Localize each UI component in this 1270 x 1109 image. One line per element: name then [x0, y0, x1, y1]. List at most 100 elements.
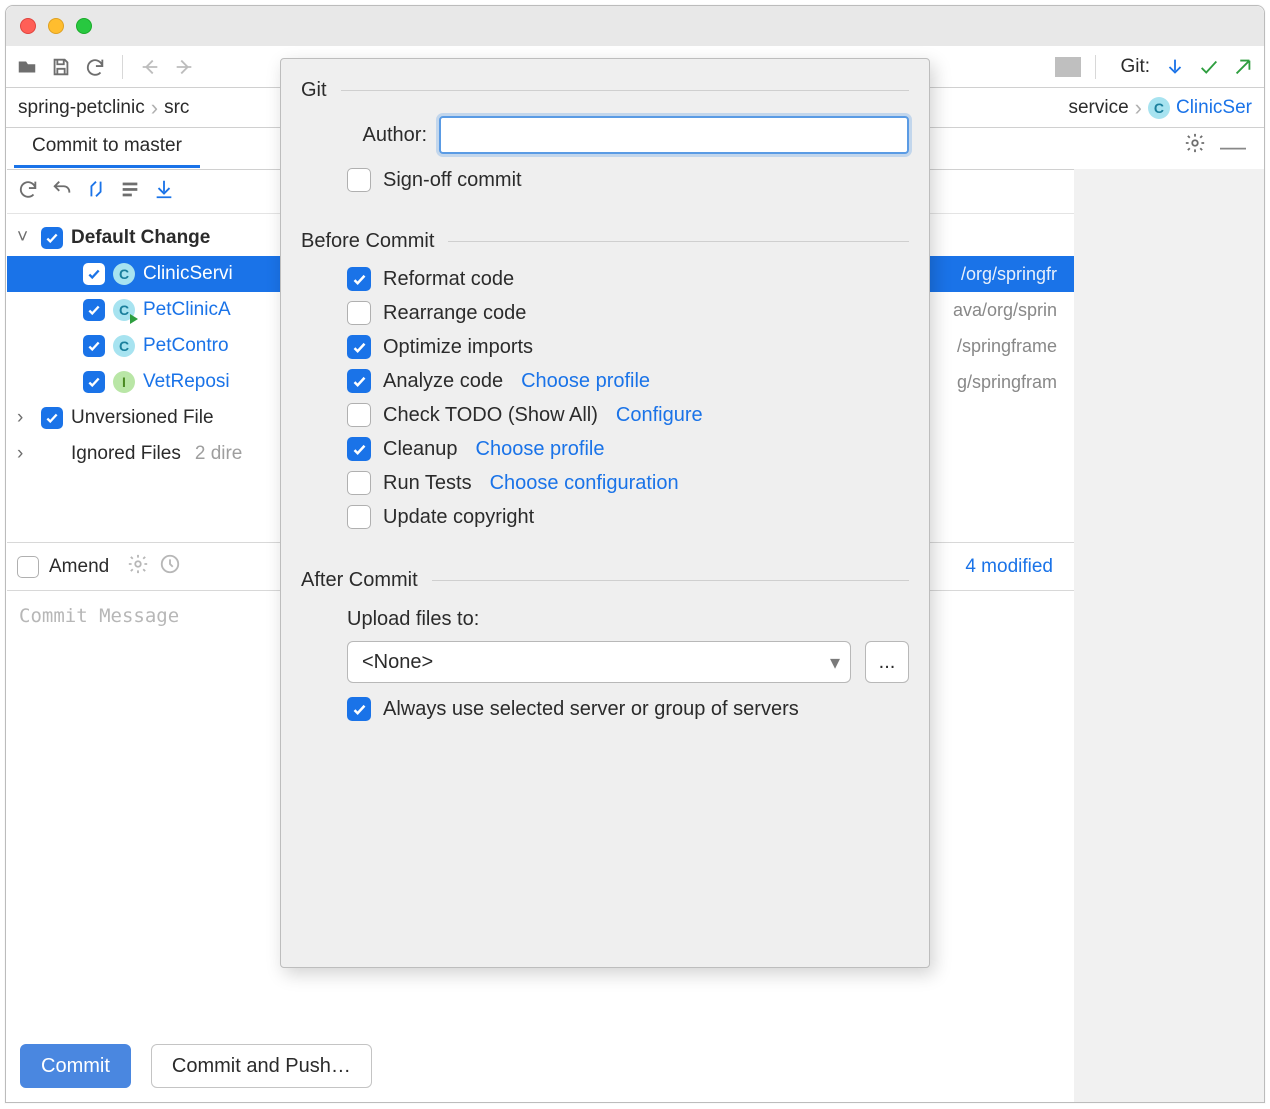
checkbox-checked[interactable]: [347, 697, 371, 721]
author-input[interactable]: [439, 116, 909, 154]
option-label: Reformat code: [383, 268, 514, 291]
changelist-icon[interactable]: [119, 178, 141, 206]
commit-and-push-button[interactable]: Commit and Push…: [151, 1044, 372, 1088]
chevron-right-icon[interactable]: ›: [17, 443, 33, 465]
refresh-icon[interactable]: [82, 54, 108, 80]
checkbox-checked[interactable]: [41, 407, 63, 429]
class-icon: C: [113, 263, 135, 285]
shelve-icon[interactable]: [153, 178, 175, 206]
always-label: Always use selected server or group of s…: [383, 698, 799, 721]
signoff-label: Sign-off commit: [383, 169, 522, 192]
upload-value: <None>: [362, 651, 433, 674]
commit-button[interactable]: Commit: [20, 1044, 131, 1088]
section-label: Before Commit: [301, 230, 434, 253]
chevron-right-icon[interactable]: ›: [17, 407, 33, 429]
breadcrumb-item[interactable]: service: [1068, 97, 1128, 119]
undo-icon[interactable]: [51, 178, 73, 206]
checkbox-checked[interactable]: [347, 335, 371, 359]
refresh-icon[interactable]: [17, 178, 39, 206]
before-commit-option[interactable]: Update copyright: [347, 505, 909, 529]
nav-back-icon[interactable]: [137, 54, 163, 80]
button-label: Commit and Push…: [172, 1055, 351, 1078]
titlebar[interactable]: [6, 6, 1264, 46]
commit-options-popover: Git Author: Sign-off commit Before Commi…: [280, 58, 930, 968]
before-commit-option[interactable]: Cleanup Choose profile: [347, 437, 909, 461]
upload-row: <None> ▾ ...: [347, 641, 909, 683]
section-git: Git: [301, 79, 909, 102]
nav-forward-icon[interactable]: [171, 54, 197, 80]
checkbox-unchecked[interactable]: [347, 403, 371, 427]
window-minimize-icon[interactable]: [48, 18, 64, 34]
checkbox-checked[interactable]: [347, 267, 371, 291]
checkbox-checked[interactable]: [83, 371, 105, 393]
file-path: /springframe: [957, 336, 1067, 357]
section-after-commit: After Commit: [301, 569, 909, 592]
breadcrumb-item[interactable]: spring-petclinic: [18, 97, 145, 119]
before-commit-option[interactable]: Rearrange code: [347, 301, 909, 325]
before-commit-option[interactable]: Run TestsChoose configuration: [347, 471, 909, 495]
editor-gutter: [1074, 169, 1264, 1102]
browse-button[interactable]: ...: [865, 641, 909, 683]
file-name: ClinicServi: [143, 263, 233, 285]
ide-window: Git: spring-petclinic › src service › C …: [5, 5, 1265, 1103]
before-commit-option[interactable]: Analyze code Choose profile: [347, 369, 909, 393]
option-label: Update copyright: [383, 506, 534, 529]
checkbox-checked[interactable]: [41, 227, 63, 249]
checkbox-checked[interactable]: [83, 299, 105, 321]
checkbox-unchecked[interactable]: [347, 505, 371, 529]
minimize-icon[interactable]: —: [1220, 141, 1246, 151]
checkbox-checked[interactable]: [83, 263, 105, 285]
ignored-count: 2 dire: [195, 443, 243, 465]
open-icon[interactable]: [14, 54, 40, 80]
commit-message-placeholder: Commit Message: [19, 605, 179, 627]
option-link[interactable]: Configure: [616, 404, 703, 427]
checkbox-checked[interactable]: [83, 335, 105, 357]
signoff-row[interactable]: Sign-off commit: [347, 168, 909, 192]
diff-icon[interactable]: [85, 178, 107, 206]
modified-count[interactable]: 4 modified: [965, 556, 1067, 578]
window-close-icon[interactable]: [20, 18, 36, 34]
git-commit-check-icon[interactable]: [1196, 54, 1222, 80]
section-before-commit: Before Commit: [301, 230, 909, 253]
gear-icon[interactable]: [1184, 132, 1206, 160]
section-label: After Commit: [301, 569, 418, 592]
breadcrumb-file-label: ClinicSer: [1176, 97, 1252, 119]
author-row: Author:: [347, 116, 909, 154]
checkbox-checked[interactable]: [347, 369, 371, 393]
git-label: Git:: [1120, 56, 1150, 78]
option-label: Analyze code: [383, 370, 503, 393]
class-icon: C: [1148, 97, 1170, 119]
option-label: Check TODO (Show All): [383, 404, 598, 427]
option-label: Optimize imports: [383, 336, 533, 359]
git-pull-icon[interactable]: [1162, 54, 1188, 80]
chevron-down-icon[interactable]: ˅: [17, 227, 33, 249]
checkbox-unchecked[interactable]: [347, 168, 371, 192]
git-push-icon[interactable]: [1230, 54, 1256, 80]
checkbox-unchecked[interactable]: [347, 301, 371, 325]
window-zoom-icon[interactable]: [76, 18, 92, 34]
checkbox-checked[interactable]: [347, 437, 371, 461]
button-label: ...: [879, 651, 896, 674]
toolbar-placeholder: [1055, 57, 1081, 77]
always-use-server-row[interactable]: Always use selected server or group of s…: [347, 697, 909, 721]
amend-checkbox[interactable]: [17, 556, 39, 578]
before-commit-option[interactable]: Reformat code: [347, 267, 909, 291]
author-label: Author:: [347, 124, 427, 147]
before-commit-option[interactable]: Check TODO (Show All) Configure: [347, 403, 909, 427]
before-commit-option[interactable]: Optimize imports: [347, 335, 909, 359]
interface-icon: I: [113, 371, 135, 393]
breadcrumb-file[interactable]: C ClinicSer: [1148, 97, 1252, 119]
save-icon[interactable]: [48, 54, 74, 80]
tab-commit[interactable]: Commit to master: [14, 127, 200, 168]
option-link[interactable]: Choose profile: [521, 370, 650, 393]
option-label: Cleanup: [383, 438, 458, 461]
upload-select[interactable]: <None> ▾: [347, 641, 851, 683]
option-link[interactable]: Choose profile: [476, 438, 605, 461]
gear-icon[interactable]: [127, 553, 149, 581]
option-link[interactable]: Choose configuration: [490, 472, 679, 495]
ignored-label: Ignored Files: [71, 443, 181, 465]
history-icon[interactable]: [159, 553, 181, 581]
breadcrumb-item[interactable]: src: [164, 97, 189, 119]
unversioned-label: Unversioned File: [71, 407, 214, 429]
checkbox-unchecked[interactable]: [347, 471, 371, 495]
